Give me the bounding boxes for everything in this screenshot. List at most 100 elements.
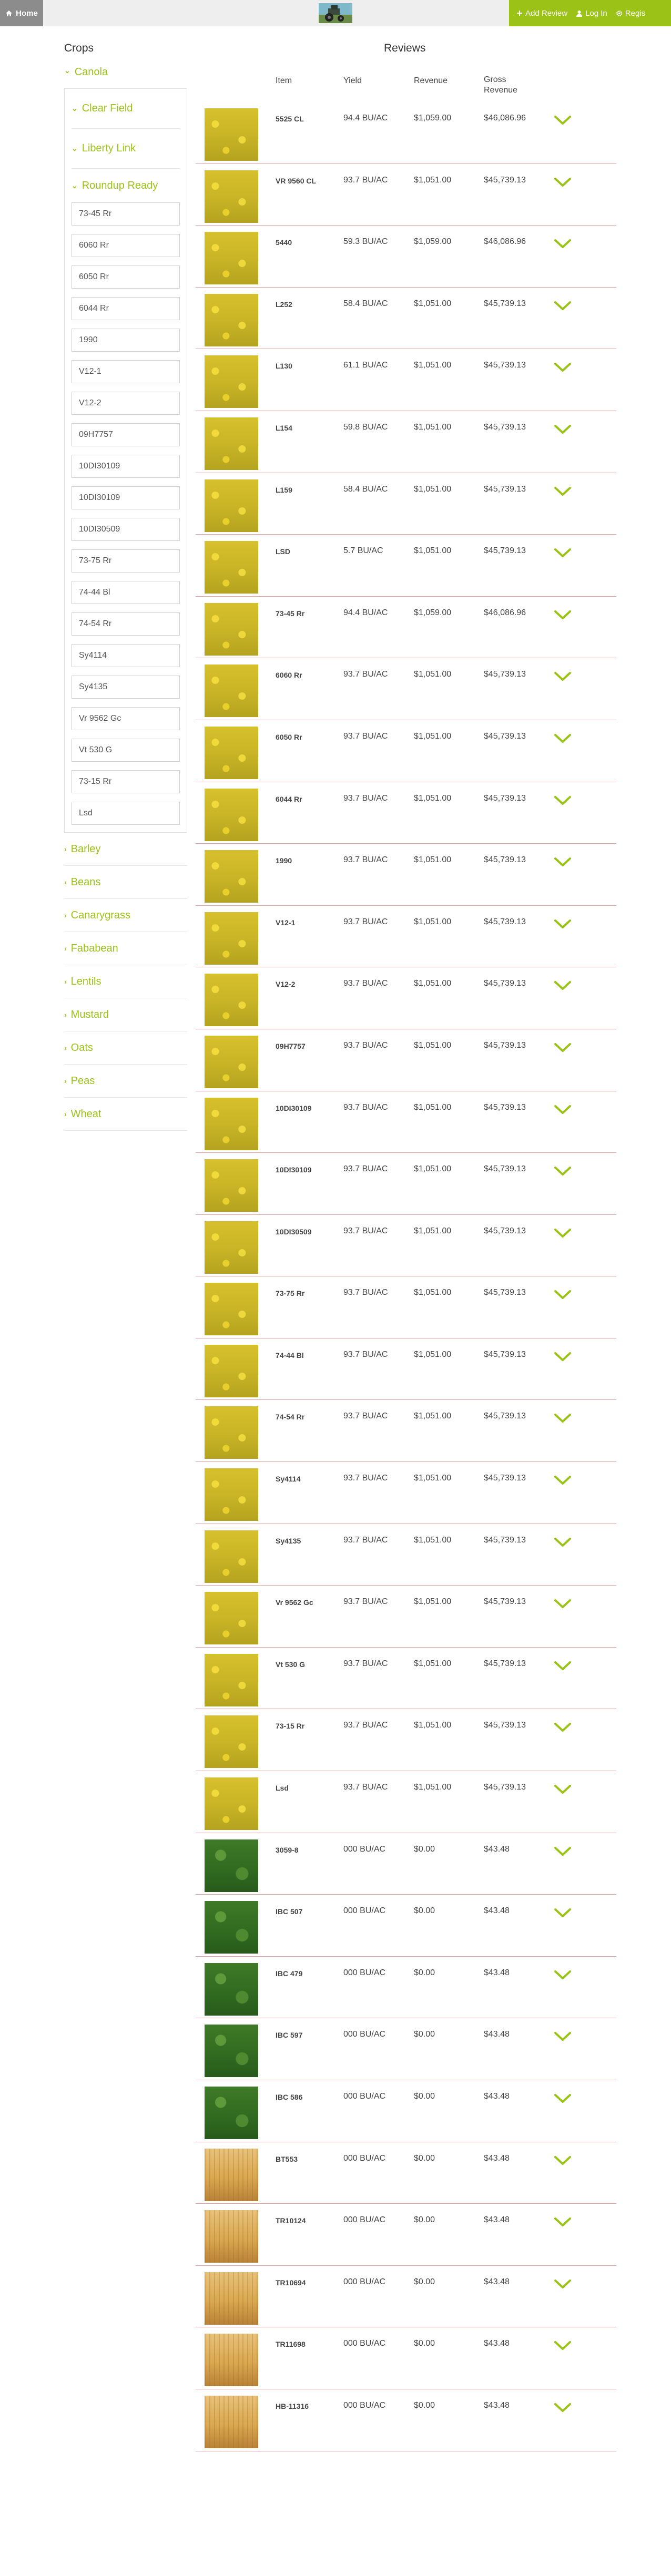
crop-item[interactable]: › Mustard (64, 998, 187, 1031)
expand-button[interactable] (552, 1905, 573, 1920)
variety-item[interactable]: Sy4114 (72, 644, 180, 667)
variety-item[interactable]: Vr 9562 Gc (72, 707, 180, 730)
expand-button[interactable] (552, 1349, 573, 1364)
review-item-name[interactable]: 10DI30109 (276, 1166, 312, 1174)
review-item-name[interactable]: V12-1 (276, 918, 295, 927)
crop-thumbnail[interactable] (205, 665, 258, 718)
crop-thumbnail[interactable] (205, 417, 258, 470)
review-item-name[interactable]: BT553 (276, 2155, 298, 2163)
review-item-name[interactable]: Lsd (276, 1784, 289, 1792)
variety-item[interactable]: 73-75 Rr (72, 549, 180, 573)
review-item-name[interactable]: 74-54 Rr (276, 1413, 304, 1421)
review-item-name[interactable]: 5525 CL (276, 115, 304, 123)
review-item-name[interactable]: 3059-8 (276, 1846, 299, 1854)
expand-button[interactable] (552, 1410, 573, 1425)
review-item-name[interactable]: 1990 (276, 856, 292, 865)
tractor-logo[interactable] (319, 3, 352, 23)
expand-button[interactable] (552, 2029, 573, 2043)
expand-button[interactable] (552, 1720, 573, 1734)
review-item-name[interactable]: IBC 479 (276, 1969, 302, 1978)
variety-item[interactable]: Vt 530 G (72, 739, 180, 762)
variety-item[interactable]: 6044 Rr (72, 297, 180, 320)
review-item-name[interactable]: 6044 Rr (276, 795, 302, 803)
expand-button[interactable] (552, 1287, 573, 1302)
variety-item[interactable]: 1990 (72, 329, 180, 352)
subgroup-roundup-ready[interactable]: ⌄ Roundup Ready (72, 169, 180, 202)
crop-item[interactable]: › Canarygrass (64, 899, 187, 932)
crop-thumbnail[interactable] (205, 1097, 258, 1150)
review-item-name[interactable]: L252 (276, 300, 292, 309)
crop-thumbnail[interactable] (205, 850, 258, 903)
crop-thumbnail[interactable] (205, 1777, 258, 1831)
crop-thumbnail[interactable] (205, 1468, 258, 1521)
expand-button[interactable] (552, 1163, 573, 1178)
variety-item[interactable]: Lsd (72, 802, 180, 825)
expand-button[interactable] (552, 113, 573, 127)
expand-button[interactable] (552, 545, 573, 560)
variety-item[interactable]: 73-45 Rr (72, 202, 180, 226)
variety-item[interactable]: 10DI30509 (72, 518, 180, 541)
expand-button[interactable] (552, 978, 573, 993)
crop-thumbnail[interactable] (205, 2395, 258, 2448)
crop-item[interactable]: › Wheat (64, 1098, 187, 1131)
review-item-name[interactable]: 73-45 Rr (276, 609, 304, 618)
crop-item[interactable]: › Beans (64, 866, 187, 899)
review-item-name[interactable]: 6060 Rr (276, 671, 302, 679)
expand-button[interactable] (552, 484, 573, 498)
review-item-name[interactable]: Sy4114 (276, 1475, 301, 1483)
crop-item[interactable]: › Lentils (64, 965, 187, 998)
crop-thumbnail[interactable] (205, 108, 258, 161)
expand-button[interactable] (552, 2338, 573, 2353)
expand-button[interactable] (552, 1102, 573, 1117)
expand-button[interactable] (552, 793, 573, 807)
subgroup-liberty-link[interactable]: ⌄ Liberty Link (72, 129, 180, 169)
review-item-name[interactable]: IBC 597 (276, 2031, 302, 2039)
expand-button[interactable] (552, 916, 573, 931)
crop-thumbnail[interactable] (205, 2025, 258, 2078)
review-item-name[interactable]: L159 (276, 486, 292, 494)
expand-button[interactable] (552, 2214, 573, 2229)
expand-button[interactable] (552, 298, 573, 313)
crop-thumbnail[interactable] (205, 1283, 258, 1336)
review-item-name[interactable]: Vr 9562 Gc (276, 1598, 313, 1607)
expand-button[interactable] (552, 1967, 573, 1982)
crop-thumbnail[interactable] (205, 1035, 258, 1088)
review-item-name[interactable]: Sy4135 (276, 1537, 301, 1545)
review-item-name[interactable]: TR11698 (276, 2340, 306, 2348)
review-item-name[interactable]: VR 9560 CL (276, 177, 316, 185)
crop-thumbnail[interactable] (205, 2087, 258, 2139)
subgroup-clear-field[interactable]: ⌄ Clear Field (72, 89, 180, 129)
expand-button[interactable] (552, 669, 573, 683)
crop-thumbnail[interactable] (205, 1653, 258, 1706)
review-item-name[interactable]: 74-44 Bl (276, 1351, 304, 1359)
crop-thumbnail[interactable] (205, 602, 258, 656)
crop-canola[interactable]: ⌄ Canola (64, 62, 187, 88)
expand-button[interactable] (552, 175, 573, 189)
expand-button[interactable] (552, 236, 573, 251)
variety-item[interactable]: 09H7757 (72, 423, 180, 446)
review-item-name[interactable]: 09H7757 (276, 1042, 306, 1050)
crop-thumbnail[interactable] (205, 1592, 258, 1645)
crop-thumbnail[interactable] (205, 232, 258, 285)
log-in-button[interactable]: Log In (576, 9, 607, 18)
variety-item[interactable]: Sy4135 (72, 676, 180, 699)
review-item-name[interactable]: L130 (276, 362, 292, 370)
crop-thumbnail[interactable] (205, 912, 258, 965)
review-item-name[interactable]: IBC 507 (276, 1907, 302, 1916)
variety-item[interactable]: 74-44 Bl (72, 581, 180, 604)
expand-button[interactable] (552, 1844, 573, 1858)
variety-item[interactable]: 74-54 Rr (72, 612, 180, 636)
home-button[interactable]: Home (0, 0, 43, 26)
variety-item[interactable]: 6050 Rr (72, 265, 180, 289)
crop-thumbnail[interactable] (205, 2334, 258, 2387)
expand-button[interactable] (552, 1658, 573, 1673)
register-button[interactable]: Regis (616, 9, 645, 18)
review-item-name[interactable]: TR10124 (276, 2216, 306, 2225)
expand-button[interactable] (552, 1473, 573, 1487)
expand-button[interactable] (552, 1040, 573, 1055)
crop-thumbnail[interactable] (205, 170, 258, 223)
crop-item[interactable]: › Oats (64, 1031, 187, 1065)
expand-button[interactable] (552, 1596, 573, 1611)
crop-thumbnail[interactable] (205, 974, 258, 1027)
review-item-name[interactable]: 6050 Rr (276, 733, 302, 741)
